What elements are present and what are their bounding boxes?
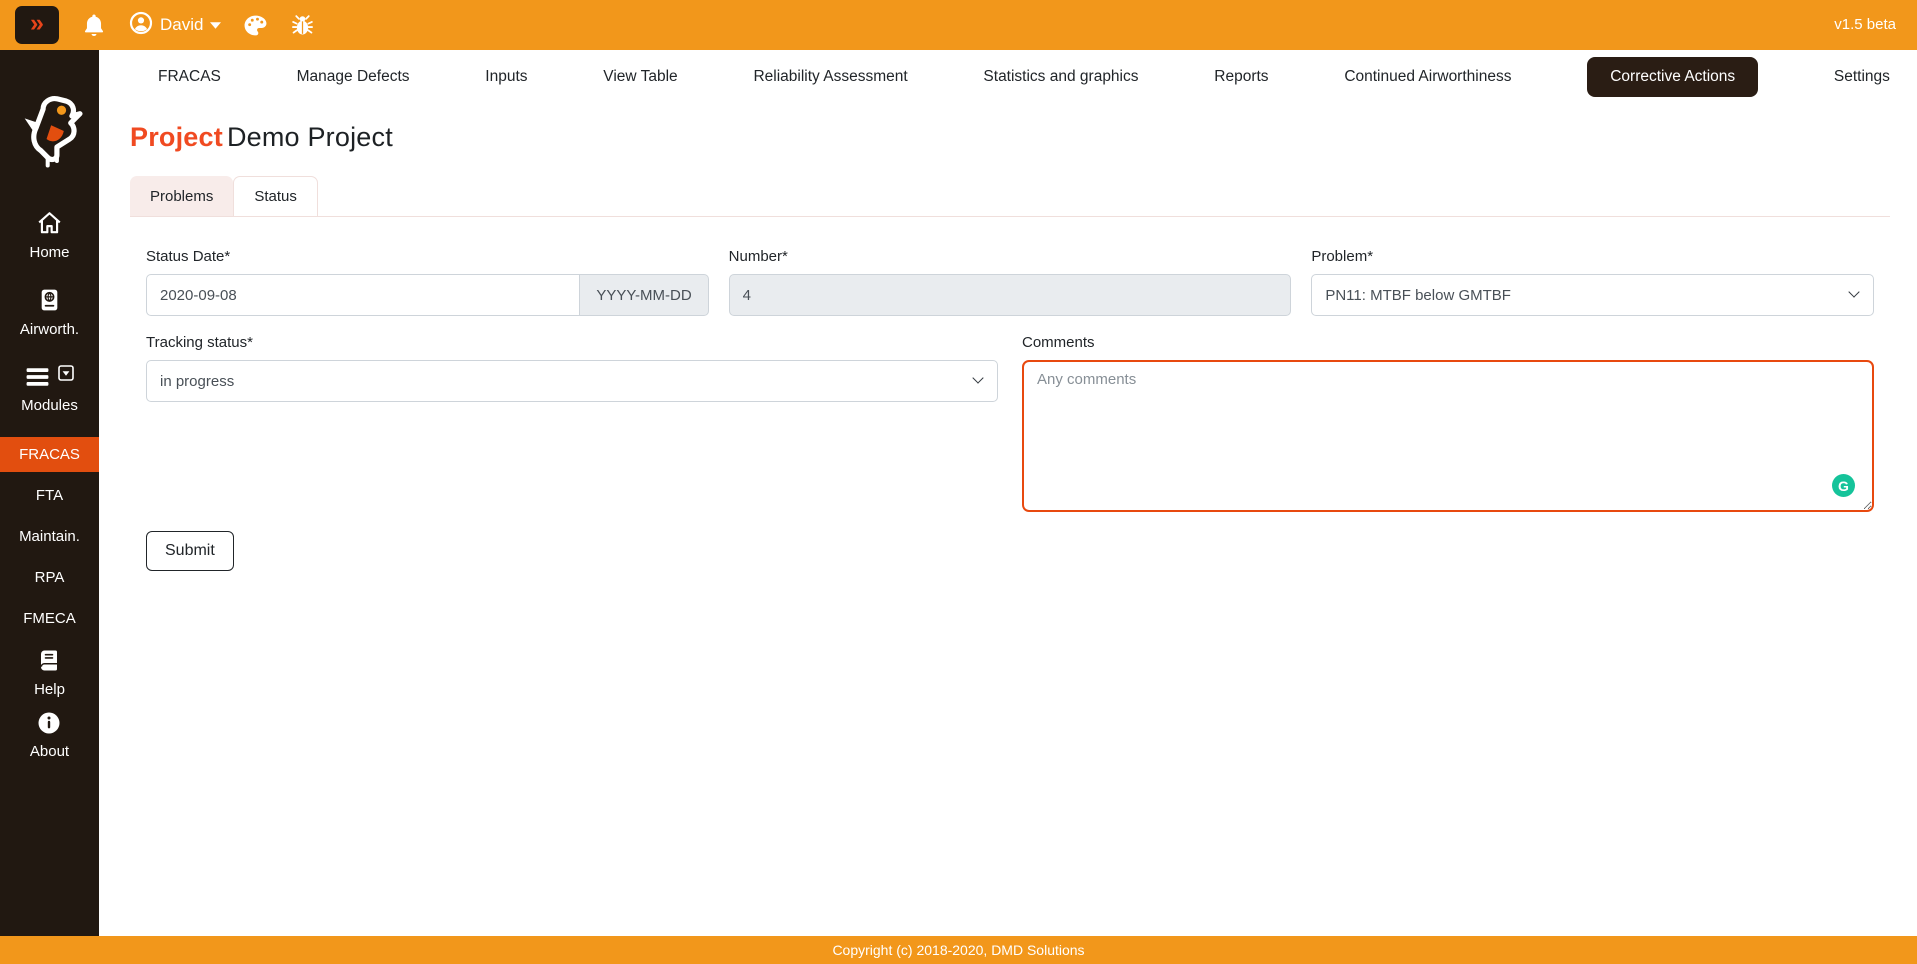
dropdown-box-caret-icon — [58, 365, 74, 385]
comments-field-group: Comments G — [1022, 334, 1874, 512]
sidebar-item-label: RPA — [35, 569, 65, 586]
sidebar-item-label: FTA — [36, 487, 63, 504]
home-icon — [36, 210, 63, 240]
problem-label: Problem* — [1311, 248, 1874, 265]
form-row-2: Tracking status* in progress Comments — [146, 334, 1874, 512]
submit-button[interactable]: Submit — [146, 531, 234, 571]
hamburger-menu-icon — [24, 365, 51, 393]
nav-item-manage-defects[interactable]: Manage Defects — [297, 68, 410, 86]
sidebar-item-label: Help — [34, 682, 65, 699]
module-nav: FRACAS Manage Defects Inputs View Table … — [130, 50, 1890, 103]
modules-icons — [24, 365, 74, 393]
sidebar-item-home[interactable]: Home — [29, 210, 69, 262]
info-circle-icon — [37, 711, 61, 739]
sidebar-item-airworthiness[interactable]: Airworth. — [20, 287, 79, 339]
copyright-label: Copyright (c) 2018-2020, DMD Solutions — [832, 942, 1084, 958]
notifications-bell-icon[interactable] — [81, 12, 107, 38]
number-field-group: Number* — [729, 248, 1292, 316]
sidebar: Home Airworth. Modules — [0, 50, 99, 936]
sidebar-item-about[interactable]: About — [30, 711, 69, 761]
tracking-status-field-group: Tracking status* in progress — [146, 334, 998, 512]
nav-item-settings[interactable]: Settings — [1834, 68, 1890, 86]
main-row: Home Airworth. Modules — [0, 50, 1917, 936]
status-date-input[interactable] — [146, 274, 580, 316]
comments-textarea-wrap: G — [1022, 360, 1874, 512]
theme-palette-icon[interactable] — [243, 13, 268, 38]
nav-item-reports[interactable]: Reports — [1214, 68, 1268, 86]
nav-item-statistics-and-graphics[interactable]: Statistics and graphics — [983, 68, 1138, 86]
bug-report-icon[interactable] — [290, 13, 315, 38]
double-chevron-right-icon: » — [30, 11, 44, 36]
date-format-addon: YYYY-MM-DD — [580, 274, 708, 316]
page-title: ProjectDemo Project — [130, 122, 1890, 153]
topbar: » David v1.5 beta — [0, 0, 1917, 50]
tracking-status-select[interactable]: in progress — [146, 360, 998, 402]
status-form: Status Date* YYYY-MM-DD Number* Problem* — [130, 217, 1890, 571]
problem-field-group: Problem* PN11: MTBF below GMTBF — [1311, 248, 1874, 316]
problem-select-wrap: PN11: MTBF below GMTBF — [1311, 274, 1874, 316]
sidebar-item-label: About — [30, 744, 69, 761]
problem-select[interactable]: PN11: MTBF below GMTBF — [1311, 274, 1874, 316]
status-date-label: Status Date* — [146, 248, 709, 265]
status-date-input-group: YYYY-MM-DD — [146, 274, 709, 316]
sidebar-item-label: Modules — [21, 398, 78, 415]
book-help-icon — [37, 648, 61, 677]
comments-textarea[interactable] — [1022, 360, 1874, 512]
sidebar-expand-button[interactable]: » — [15, 6, 59, 44]
topbar-left: » David — [15, 6, 315, 44]
nav-item-reliability-assessment[interactable]: Reliability Assessment — [753, 68, 907, 86]
page-title-name: Demo Project — [227, 122, 393, 152]
content-area: FRACAS Manage Defects Inputs View Table … — [99, 50, 1917, 936]
dmd-robin-logo — [13, 93, 87, 174]
form-row-1: Status Date* YYYY-MM-DD Number* Problem* — [146, 248, 1874, 316]
sidebar-item-help[interactable]: Help — [34, 648, 65, 699]
status-date-field-group: Status Date* YYYY-MM-DD — [146, 248, 709, 316]
sidebar-item-label: FRACAS — [19, 446, 80, 463]
sidebar-item-fracas[interactable]: FRACAS — [0, 437, 99, 472]
number-label: Number* — [729, 248, 1292, 265]
nav-item-fracas[interactable]: FRACAS — [158, 68, 221, 86]
sidebar-item-label: Airworth. — [20, 322, 79, 339]
version-label: v1.5 beta — [1834, 16, 1896, 33]
passport-globe-icon — [37, 287, 62, 317]
sidebar-item-label: Home — [29, 245, 69, 262]
tab-status[interactable]: Status — [233, 176, 318, 216]
app-root: » David v1.5 beta — [0, 0, 1917, 964]
sidebar-item-label: Maintain. — [19, 528, 80, 545]
nav-item-inputs[interactable]: Inputs — [485, 68, 527, 86]
sidebar-item-modules[interactable]: Modules — [21, 365, 78, 415]
user-avatar-icon — [129, 11, 153, 40]
nav-item-continued-airworthiness[interactable]: Continued Airworthiness — [1344, 68, 1511, 86]
topbar-right: v1.5 beta — [1834, 16, 1896, 34]
sidebar-item-fta[interactable]: FTA — [36, 475, 63, 516]
grammarly-icon[interactable]: G — [1832, 474, 1855, 497]
comments-label: Comments — [1022, 334, 1874, 351]
footer: Copyright (c) 2018-2020, DMD Solutions — [0, 936, 1917, 964]
chevron-down-icon — [210, 16, 221, 34]
tracking-status-label: Tracking status* — [146, 334, 998, 351]
sidebar-item-fmeca[interactable]: FMECA — [23, 598, 76, 639]
sidebar-item-label: FMECA — [23, 610, 76, 627]
nav-item-view-table[interactable]: View Table — [603, 68, 677, 86]
tracking-status-select-wrap: in progress — [146, 360, 998, 402]
sidebar-item-maintain[interactable]: Maintain. — [19, 516, 80, 557]
user-menu[interactable]: David — [129, 11, 221, 40]
tab-problems[interactable]: Problems — [130, 176, 233, 216]
nav-item-corrective-actions[interactable]: Corrective Actions — [1587, 57, 1758, 97]
tab-bar: Problems Status — [130, 176, 1890, 217]
page-title-prefix: Project — [130, 122, 223, 152]
number-input — [729, 274, 1292, 316]
sidebar-item-rpa[interactable]: RPA — [35, 557, 65, 598]
user-name-label: David — [160, 15, 203, 35]
